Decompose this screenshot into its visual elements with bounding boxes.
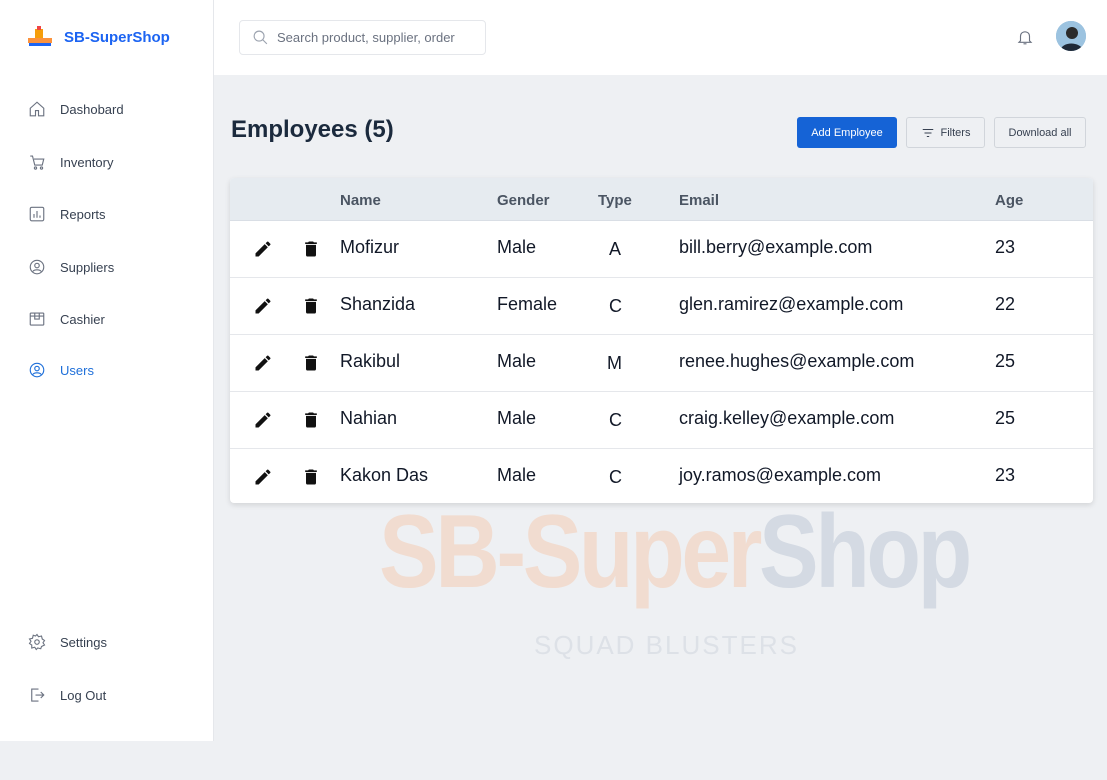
column-header-name[interactable]: Name [340, 192, 381, 209]
sidebar-item-label: Log Out [60, 687, 107, 703]
sidebar-item-cashier[interactable]: Cashier [28, 310, 105, 328]
employee-email: craig.kelley@example.com [679, 408, 895, 428]
edit-icon[interactable] [253, 296, 273, 316]
table-row: Nahian Male C craig.kelley@example.com 2… [230, 392, 1093, 449]
column-header-email[interactable]: Email [679, 192, 719, 209]
delete-icon[interactable] [301, 239, 321, 259]
employee-age: 22 [995, 294, 1016, 314]
sidebar-item-label: Suppliers [60, 259, 115, 275]
employee-gender: Male [497, 237, 537, 257]
employee-type: M [607, 353, 622, 373]
employee-type: C [609, 410, 622, 430]
page-title: Employees (5) [231, 116, 394, 143]
avatar[interactable] [1056, 21, 1086, 51]
filter-icon [922, 128, 933, 137]
employee-name: Mofizur [340, 237, 400, 257]
employee-email: joy.ramos@example.com [679, 465, 881, 485]
employee-type: C [609, 296, 622, 316]
delete-icon[interactable] [301, 467, 321, 487]
user-circle-icon [29, 362, 45, 378]
search-icon [253, 30, 268, 45]
employee-name: Kakon Das [340, 465, 429, 485]
table-row: Rakibul Male M renee.hughes@example.com … [230, 335, 1093, 392]
filters-label: Filters [940, 126, 971, 139]
employee-email: bill.berry@example.com [679, 237, 873, 257]
edit-icon[interactable] [253, 410, 273, 430]
delete-icon[interactable] [301, 410, 321, 430]
employee-age: 25 [995, 408, 1016, 428]
sidebar-item-label: Inventory [60, 154, 114, 170]
table-row: Shanzida Female C glen.ramirez@example.c… [230, 278, 1093, 335]
search-input[interactable] [277, 30, 467, 45]
sidebar: SB-SuperShop Dashobard Inventory Reports… [0, 0, 214, 741]
gear-icon [28, 633, 46, 651]
sidebar-item-reports[interactable]: Reports [28, 205, 106, 223]
employee-gender: Female [497, 294, 558, 314]
sidebar-item-users[interactable]: Users [28, 361, 94, 379]
delete-icon[interactable] [301, 353, 321, 373]
sidebar-item-label: Users [60, 362, 94, 378]
box-icon [29, 312, 45, 326]
employee-email: glen.ramirez@example.com [679, 294, 904, 314]
employee-gender: Male [497, 351, 537, 371]
column-header-age[interactable]: Age [995, 192, 1023, 209]
sidebar-item-suppliers[interactable]: Suppliers [28, 258, 114, 276]
brand-watermark: SB-SuperShop SQUAD BLUSTERS [379, 500, 979, 670]
user-circle-icon [29, 259, 45, 275]
cart-icon [30, 155, 45, 170]
column-header-type[interactable]: Type [598, 192, 632, 209]
employee-gender: Male [497, 408, 537, 428]
home-icon [29, 101, 45, 117]
column-header-gender[interactable]: Gender [497, 192, 550, 209]
add-employee-button[interactable]: Add Employee [797, 117, 897, 148]
employees-table: Name Gender Type Email Age Mofizur Male … [230, 178, 1093, 503]
employee-type: A [609, 239, 622, 259]
employee-age: 25 [995, 351, 1016, 371]
employee-gender: Male [497, 465, 537, 485]
shop-logo-icon [26, 26, 54, 48]
logout-icon [31, 688, 45, 702]
search-box[interactable] [239, 20, 486, 55]
filters-button[interactable]: Filters [906, 117, 985, 148]
chart-icon [29, 206, 45, 222]
app-name: SB-SuperShop [64, 28, 170, 46]
watermark-subtitle: SQUAD BLUSTERS [534, 630, 799, 660]
employee-type: C [609, 467, 622, 487]
notification-bell-icon[interactable] [1016, 28, 1034, 46]
edit-icon[interactable] [253, 239, 273, 259]
employee-age: 23 [995, 465, 1016, 485]
download-all-button[interactable]: Download all [994, 117, 1086, 148]
edit-icon[interactable] [253, 353, 273, 373]
top-header [214, 0, 1107, 75]
sidebar-item-inventory[interactable]: Inventory [28, 153, 113, 171]
sidebar-item-settings[interactable]: Settings [28, 633, 107, 651]
employee-name: Nahian [340, 408, 398, 428]
sidebar-item-label: Dashobard [60, 101, 124, 117]
sidebar-item-label: Cashier [60, 311, 105, 327]
employee-email: renee.hughes@example.com [679, 351, 915, 371]
delete-icon[interactable] [301, 296, 321, 316]
table-row: Kakon Das Male C joy.ramos@example.com 2… [230, 449, 1093, 503]
edit-icon[interactable] [253, 467, 273, 487]
app-logo[interactable]: SB-SuperShop [26, 26, 170, 48]
sidebar-item-logout[interactable]: Log Out [28, 686, 106, 704]
table-row: Mofizur Male A bill.berry@example.com 23 [230, 221, 1093, 278]
employee-name: Shanzida [340, 294, 416, 314]
watermark-text: Shop [758, 494, 972, 610]
sidebar-item-dashboard[interactable]: Dashobard [28, 100, 124, 118]
table-header: Name Gender Type Email Age [230, 178, 1093, 221]
employee-name: Rakibul [340, 351, 401, 371]
sidebar-item-label: Settings [60, 634, 107, 650]
watermark-text: SB-Super [379, 494, 762, 610]
employee-age: 23 [995, 237, 1016, 257]
sidebar-item-label: Reports [60, 206, 106, 222]
